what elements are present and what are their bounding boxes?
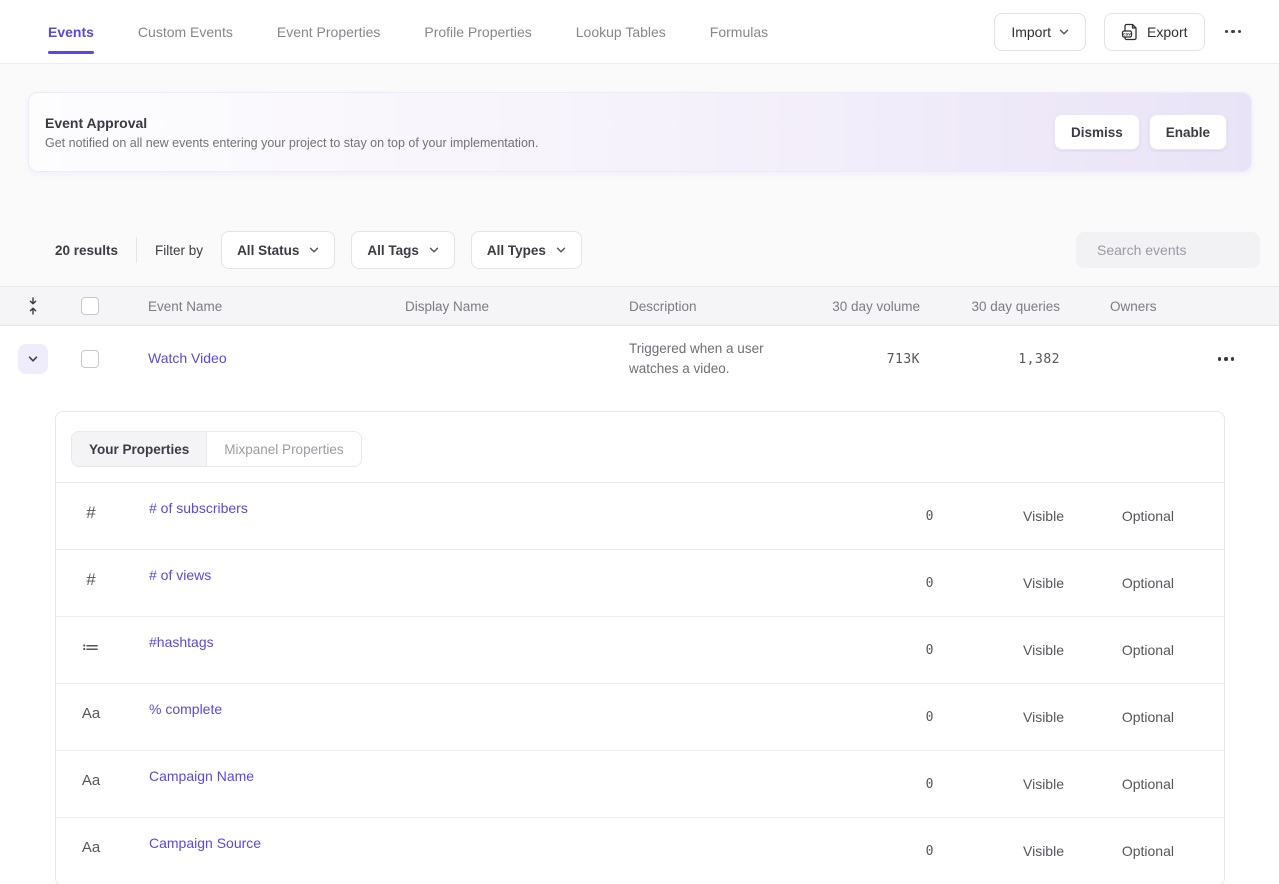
divider xyxy=(136,237,137,263)
event-approval-banner: Event Approval Get notified on all new e… xyxy=(28,92,1252,172)
collapse-all-icon[interactable] xyxy=(26,297,40,315)
column-event-name[interactable]: Event Name xyxy=(133,299,390,314)
property-row: # # of subscribers 0 Visible Optional xyxy=(56,483,1224,550)
property-name-link[interactable]: # of views xyxy=(149,567,211,583)
property-row: # # of views 0 Visible Optional xyxy=(56,550,1224,617)
chevron-down-icon xyxy=(309,245,319,255)
property-row: Aa Campaign Source 0 Visible Optional xyxy=(56,818,1224,884)
chevron-down-icon xyxy=(429,245,439,255)
property-name-link[interactable]: #hashtags xyxy=(149,634,214,650)
property-visibility: Visible xyxy=(934,776,1064,792)
column-30-day-queries[interactable]: 30 day queries xyxy=(920,299,1060,314)
more-options-icon[interactable] xyxy=(1223,24,1244,40)
top-navigation: Events Custom Events Event Properties Pr… xyxy=(0,0,1279,64)
property-requirement: Optional xyxy=(1064,843,1224,859)
column-display-name[interactable]: Display Name xyxy=(390,299,614,314)
results-count: 20 results xyxy=(55,243,118,258)
properties-tabbar: Your Properties Mixpanel Properties xyxy=(56,412,1224,483)
property-requirement: Optional xyxy=(1064,575,1224,591)
property-value: 0 xyxy=(926,710,934,725)
types-filter-dropdown[interactable]: All Types xyxy=(471,231,582,269)
properties-tab-group: Your Properties Mixpanel Properties xyxy=(71,431,362,467)
tab-events[interactable]: Events xyxy=(48,20,94,44)
chevron-down-icon xyxy=(28,354,38,364)
property-value: 0 xyxy=(926,576,934,591)
property-requirement: Optional xyxy=(1064,776,1224,792)
banner-actions: Dismiss Enable xyxy=(1054,114,1227,150)
import-button[interactable]: Import xyxy=(994,13,1086,51)
property-visibility: Visible xyxy=(934,508,1064,524)
event-volume: 713K xyxy=(887,352,920,367)
events-table: Event Name Display Name Description 30 d… xyxy=(0,286,1279,884)
property-name-link[interactable]: Campaign Name xyxy=(149,768,254,784)
chevron-down-icon xyxy=(556,245,566,255)
property-value: 0 xyxy=(926,844,934,859)
status-filter-dropdown[interactable]: All Status xyxy=(221,231,335,269)
list-type-icon: ≔ xyxy=(82,637,101,657)
property-requirement: Optional xyxy=(1064,709,1224,725)
event-description: Triggered when a user watches a video. xyxy=(629,341,764,376)
tab-custom-events[interactable]: Custom Events xyxy=(138,20,233,44)
property-name-link[interactable]: % complete xyxy=(149,701,222,717)
column-30-day-volume[interactable]: 30 day volume xyxy=(805,299,920,314)
property-visibility: Visible xyxy=(934,843,1064,859)
column-owners[interactable]: Owners xyxy=(1060,299,1180,314)
table-row: Watch Video Triggered when a user watche… xyxy=(0,326,1279,392)
property-visibility: Visible xyxy=(934,642,1064,658)
property-row: ≔ #hashtags 0 Visible Optional xyxy=(56,617,1224,684)
tab-formulas[interactable]: Formulas xyxy=(710,20,768,44)
property-value: 0 xyxy=(926,509,934,524)
tab-profile-properties[interactable]: Profile Properties xyxy=(424,20,531,44)
text-type-icon: Aa xyxy=(82,705,100,722)
property-row: Aa Campaign Name 0 Visible Optional xyxy=(56,751,1224,818)
column-description[interactable]: Description xyxy=(614,299,805,314)
tab-your-properties[interactable]: Your Properties xyxy=(72,432,207,466)
property-row: Aa % complete 0 Visible Optional xyxy=(56,684,1224,751)
table-header-row: Event Name Display Name Description 30 d… xyxy=(0,286,1279,326)
tab-mixpanel-properties[interactable]: Mixpanel Properties xyxy=(207,432,360,466)
event-queries: 1,382 xyxy=(1018,352,1060,367)
properties-panel: Your Properties Mixpanel Properties # # … xyxy=(55,411,1225,884)
search-events-box[interactable] xyxy=(1076,232,1260,268)
export-button[interactable]: csv Export xyxy=(1104,13,1204,51)
chevron-down-icon xyxy=(1059,27,1069,37)
tab-event-properties[interactable]: Event Properties xyxy=(277,20,381,44)
filter-toolbar: 20 results Filter by All Status All Tags… xyxy=(0,231,1279,269)
property-value: 0 xyxy=(926,643,934,658)
property-requirement: Optional xyxy=(1064,642,1224,658)
property-visibility: Visible xyxy=(934,575,1064,591)
csv-file-icon: csv xyxy=(1121,23,1139,41)
row-more-options-icon[interactable] xyxy=(1216,351,1237,367)
property-value: 0 xyxy=(926,777,934,792)
event-name-link[interactable]: Watch Video xyxy=(148,350,227,366)
row-checkbox[interactable] xyxy=(81,350,99,368)
lexicon-tabs: Events Custom Events Event Properties Pr… xyxy=(48,20,994,44)
select-all-checkbox[interactable] xyxy=(81,297,99,315)
filter-by-label: Filter by xyxy=(155,243,203,258)
search-input[interactable] xyxy=(1097,242,1278,258)
text-type-icon: Aa xyxy=(82,839,100,856)
tab-lookup-tables[interactable]: Lookup Tables xyxy=(576,20,666,44)
property-name-link[interactable]: Campaign Source xyxy=(149,835,261,851)
banner-title: Event Approval xyxy=(45,115,1054,131)
collapse-row-button[interactable] xyxy=(18,344,48,374)
number-type-icon: # xyxy=(86,503,95,522)
banner-text: Event Approval Get notified on all new e… xyxy=(45,115,1054,150)
svg-text:csv: csv xyxy=(1123,31,1131,36)
number-type-icon: # xyxy=(86,570,95,589)
enable-button[interactable]: Enable xyxy=(1149,114,1227,150)
text-type-icon: Aa xyxy=(82,772,100,789)
property-visibility: Visible xyxy=(934,709,1064,725)
tags-filter-dropdown[interactable]: All Tags xyxy=(351,231,455,269)
active-tab-underline xyxy=(48,51,94,54)
nav-actions: Import csv Export xyxy=(994,13,1243,51)
filter-dropdowns: All Status All Tags All Types xyxy=(221,231,1076,269)
dismiss-button[interactable]: Dismiss xyxy=(1054,114,1140,150)
export-label: Export xyxy=(1147,24,1187,40)
property-requirement: Optional xyxy=(1064,508,1224,524)
property-name-link[interactable]: # of subscribers xyxy=(149,500,248,516)
import-label: Import xyxy=(1011,24,1051,40)
tab-events-label: Events xyxy=(48,24,94,40)
banner-description: Get notified on all new events entering … xyxy=(45,136,1054,150)
